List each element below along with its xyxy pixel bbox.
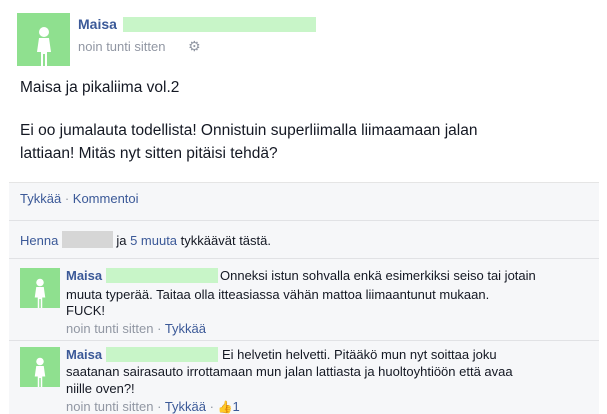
comment-button[interactable]: Kommentoi — [73, 191, 139, 206]
comment-author-name[interactable]: Maisa — [66, 347, 102, 362]
comment-timestamp[interactable]: noin tunti sitten — [66, 399, 153, 414]
default-avatar-icon — [34, 357, 46, 387]
comment-author-avatar[interactable] — [20, 268, 60, 308]
redacted-surname — [106, 347, 218, 362]
meta-separator: · — [157, 399, 162, 414]
comment-timestamp[interactable]: noin tunti sitten — [66, 321, 153, 336]
comment-like-button[interactable]: Tykkää — [165, 399, 206, 414]
post-timestamp[interactable]: noin tunti sitten — [78, 39, 165, 54]
comment-text-line: Onneksi istun sohvalla enkä esimerkiksi … — [220, 268, 536, 283]
meta-separator: · — [209, 399, 214, 414]
redacted-surname — [106, 268, 218, 283]
meta-separator: · — [157, 321, 162, 336]
redacted-surname — [62, 231, 113, 248]
post-actions: Tykkää · Kommentoi — [20, 191, 139, 206]
comment-text-line: muuta typerää. Taitaa olla itteasiassa v… — [66, 287, 490, 302]
comment-text-line: niille oven?! — [66, 381, 135, 396]
comment-divider — [9, 340, 599, 341]
comment-text-line: Ei helvetin helvetti. Pitääkö mun nyt so… — [222, 347, 497, 362]
likes-summary: Henna ja 5 muuta tykkäävät tästä. — [20, 233, 271, 248]
gear-icon[interactable]: ⚙ — [188, 38, 201, 55]
comment-author-name[interactable]: Maisa — [66, 268, 102, 283]
comment-like-count[interactable]: 1 — [233, 399, 240, 414]
post-body-line: Ei oo jumalauta todellista! Onnistuin su… — [20, 122, 478, 139]
post-body-line: lattiaan! Mitäs nyt sitten pitäisi tehdä… — [20, 145, 278, 162]
comment-like-button[interactable]: Tykkää — [165, 321, 206, 336]
comment-divider — [9, 258, 599, 259]
likes-others-link[interactable]: 5 muuta — [130, 233, 177, 248]
likes-suffix: tykkäävät tästä. — [180, 233, 271, 248]
likes-and: ja — [116, 233, 127, 248]
default-avatar-icon — [36, 27, 51, 66]
comment-meta: noin tunti sitten · Tykkää — [66, 321, 206, 336]
redacted-surname — [123, 17, 316, 32]
likes-divider — [9, 220, 599, 221]
action-separator: · — [64, 191, 70, 206]
comment-text-line: saatanan sairasauto irrottamaan mun jala… — [66, 364, 513, 379]
post-author-avatar[interactable] — [17, 13, 70, 66]
comment-text-line: FUCK! — [66, 303, 105, 318]
post-title-line: Maisa ja pikaliima vol.2 — [20, 79, 180, 96]
thumbs-up-icon[interactable]: 👍 — [218, 400, 233, 414]
like-button[interactable]: Tykkää — [20, 191, 61, 206]
default-avatar-icon — [34, 278, 46, 308]
post-author-name[interactable]: Maisa — [78, 16, 117, 32]
liker-name[interactable]: Henna — [20, 233, 58, 248]
comment-meta: noin tunti sitten · Tykkää · 👍1 — [66, 399, 240, 414]
comment-author-avatar[interactable] — [20, 347, 60, 387]
